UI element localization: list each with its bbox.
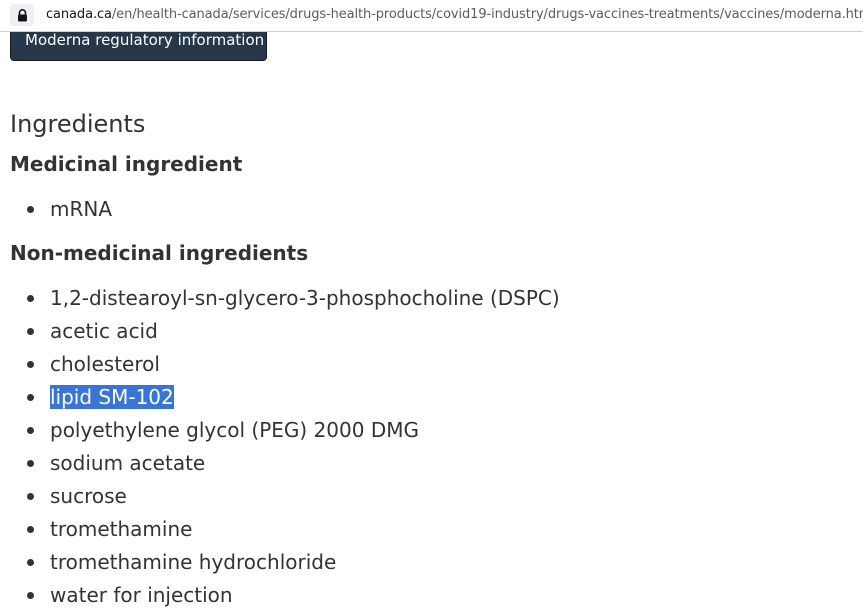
url-domain: canada.ca bbox=[46, 7, 112, 22]
list-item: cholesterol bbox=[0, 348, 560, 381]
url-path: /en/health-canada/services/drugs-health-… bbox=[111, 7, 863, 22]
bullet-icon bbox=[27, 460, 34, 467]
url-text[interactable]: canada.ca/en/health-canada/services/drug… bbox=[46, 6, 863, 24]
bullet-icon bbox=[27, 206, 34, 213]
non-medicinal-heading: Non-medicinal ingredients bbox=[10, 241, 309, 265]
list-item: 1,2-distearoyl-sn-glycero-3-phosphocholi… bbox=[0, 282, 560, 315]
bullet-icon bbox=[27, 328, 34, 335]
list-item: mRNA bbox=[0, 193, 112, 226]
lock-icon[interactable] bbox=[10, 4, 34, 26]
list-item: water for injection bbox=[0, 579, 560, 612]
non-medicinal-list: 1,2-distearoyl-sn-glycero-3-phosphocholi… bbox=[0, 282, 560, 612]
list-item: sodium acetate bbox=[0, 447, 560, 480]
medicinal-list: mRNA bbox=[0, 193, 112, 226]
list-item: lipid SM-102 bbox=[0, 381, 560, 414]
list-item: tromethamine hydrochloride bbox=[0, 546, 560, 579]
bullet-icon bbox=[27, 361, 34, 368]
section-title: Ingredients bbox=[10, 110, 146, 138]
bullet-icon bbox=[27, 295, 34, 302]
medicinal-heading: Medicinal ingredient bbox=[10, 152, 243, 176]
bullet-icon bbox=[27, 493, 34, 500]
page-content: Moderna regulatory information Ingredien… bbox=[0, 0, 863, 607]
bullet-icon bbox=[27, 394, 34, 401]
list-item: acetic acid bbox=[0, 315, 560, 348]
bullet-icon bbox=[27, 526, 34, 533]
list-item: polyethylene glycol (PEG) 2000 DMG bbox=[0, 414, 560, 447]
address-bar[interactable]: canada.ca/en/health-canada/services/drug… bbox=[0, 0, 863, 32]
selected-text[interactable]: lipid SM-102 bbox=[50, 385, 174, 409]
bullet-icon bbox=[27, 592, 34, 599]
list-item: tromethamine bbox=[0, 513, 560, 546]
bullet-icon bbox=[27, 427, 34, 434]
bullet-icon bbox=[27, 559, 34, 566]
list-item: sucrose bbox=[0, 480, 560, 513]
